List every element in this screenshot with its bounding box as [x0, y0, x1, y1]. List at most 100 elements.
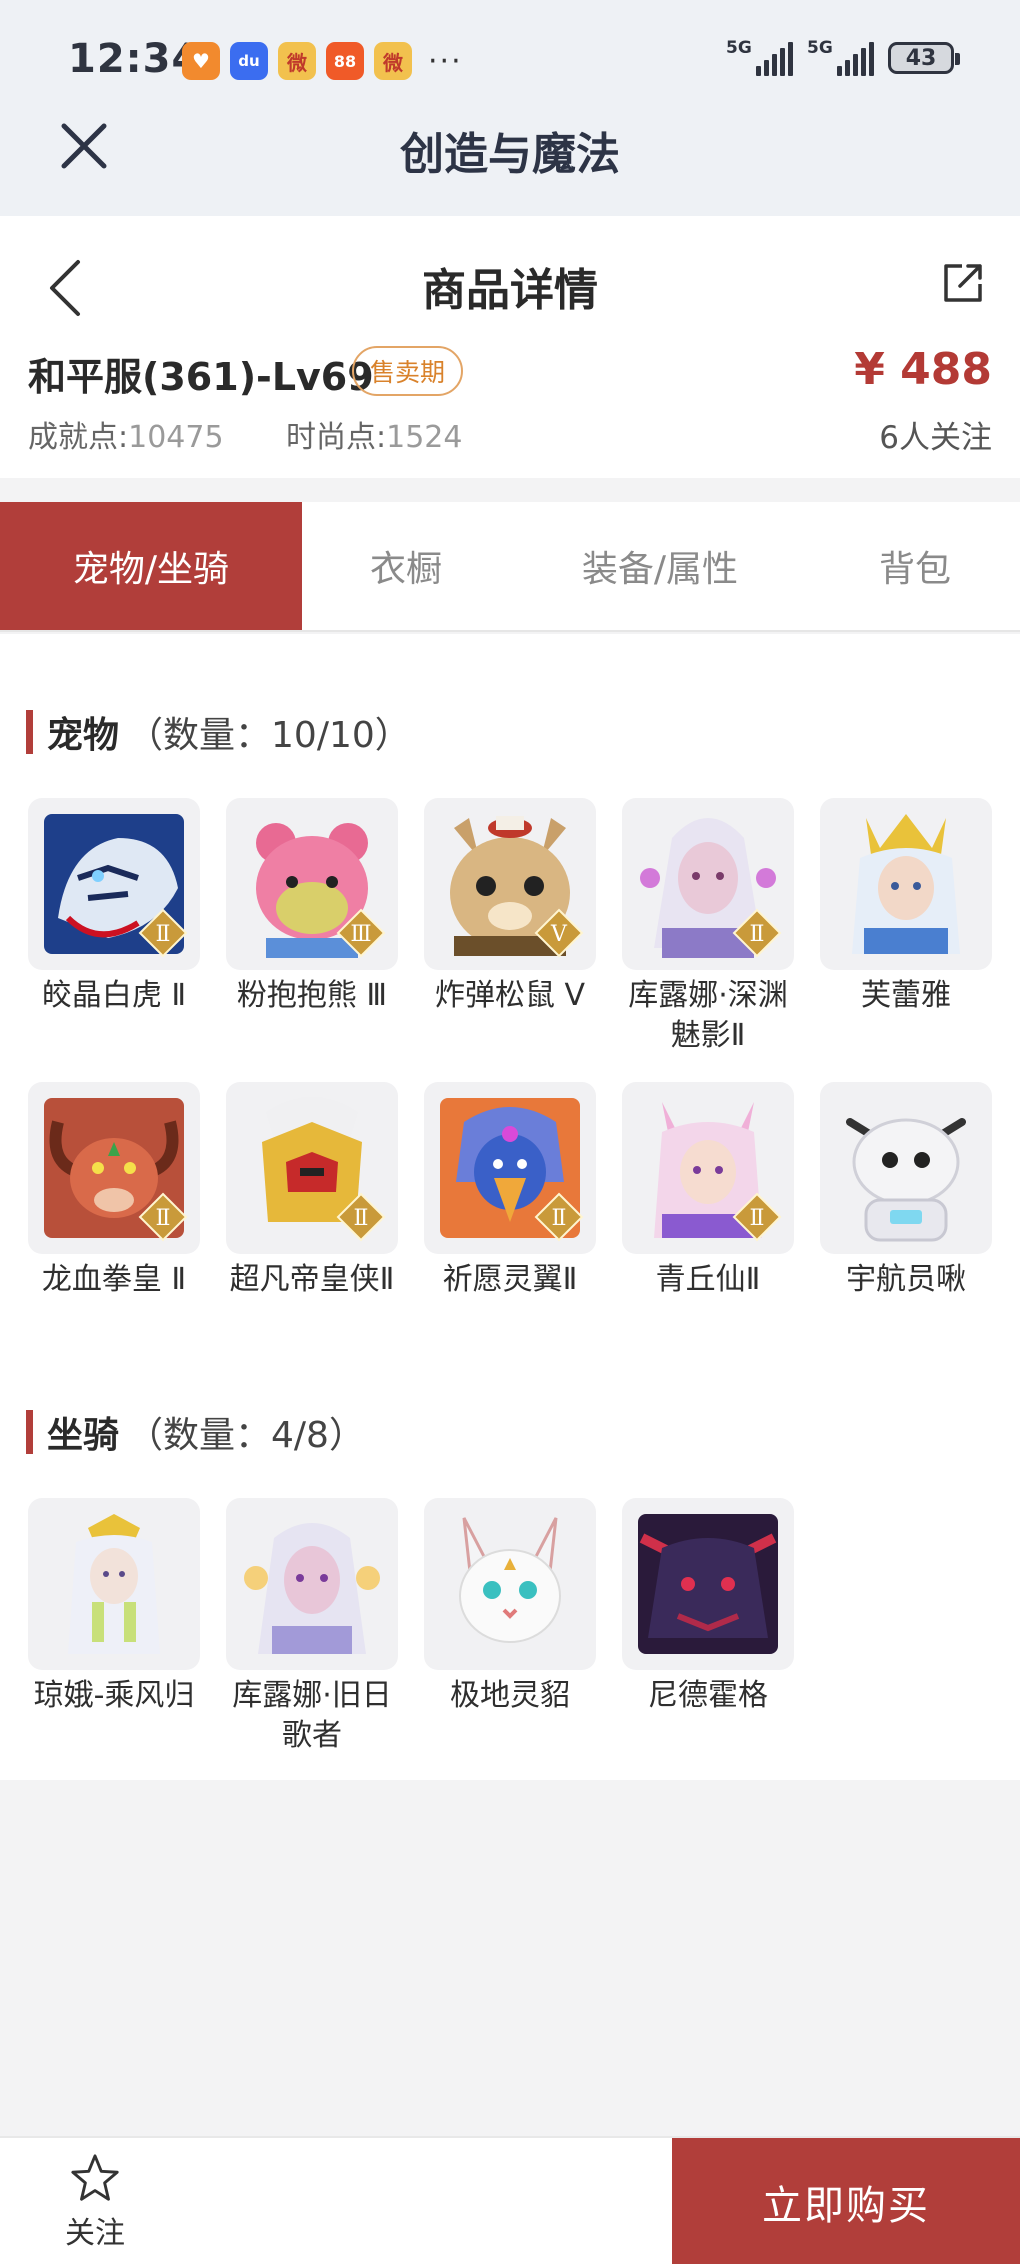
status-app-icons: ♥ du 微 88 微 ··· [182, 42, 463, 80]
bottom-action-bar: 关注 立即购买 [0, 2136, 1020, 2264]
pet-name: 炸弹松鼠 Ⅴ [434, 978, 586, 1013]
more-notifications-icon: ··· [428, 43, 463, 79]
status-time: 12:34 [68, 36, 201, 82]
tab-pets-mounts[interactable]: 宠物/坐骑 [0, 502, 302, 630]
app-title: 创造与魔法 [400, 129, 620, 180]
product-price: ¥ 488 [854, 344, 992, 395]
follow-label: 关注 [65, 2216, 125, 2251]
buy-now-button[interactable]: 立即购买 [672, 2138, 1020, 2264]
pet-thumbnail: Ⅱ [622, 798, 794, 970]
pet-name: 皎晶白虎 Ⅱ [41, 978, 187, 1013]
rank-badge-icon: Ⅱ [732, 908, 782, 958]
weibo-app-icon: 微 [278, 42, 316, 80]
fashion-value: 1524 [386, 420, 463, 455]
pets-section-title: 宠物 （数量：10/10） [26, 706, 411, 758]
pet-thumbnail [820, 1082, 992, 1254]
pet-name: 芙蕾雅 [861, 978, 951, 1013]
mount-name: 极地灵貂 [450, 1678, 570, 1713]
category-tabs: 宠物/坐骑 衣橱 装备/属性 背包 [0, 502, 1020, 632]
mount-item[interactable]: 琼娥-乘风归 [28, 1498, 200, 1716]
tab-backpack[interactable]: 背包 [810, 502, 1020, 630]
mount-thumbnail [226, 1498, 398, 1670]
achievement-label: 成就点: [28, 420, 129, 455]
svg-text:Ⅱ: Ⅱ [552, 1206, 567, 1231]
pet-thumbnail: Ⅴ [424, 798, 596, 970]
mount-thumbnail [424, 1498, 596, 1670]
pet-item[interactable]: Ⅱ 龙血拳皇 Ⅱ [28, 1082, 200, 1300]
signal-icon: 5G [726, 38, 793, 76]
pet-thumbnail: Ⅱ [226, 1082, 398, 1254]
product-header: 商品详情 和平服(361)-Lv69 售卖期 ¥ 488 成就点:10475 时… [0, 216, 1020, 478]
signal-icon: 5G [807, 38, 874, 76]
svg-text:Ⅴ: Ⅴ [550, 922, 568, 947]
svg-text:Ⅱ: Ⅱ [156, 922, 171, 947]
pet-thumbnail: Ⅱ [424, 1082, 596, 1254]
pet-item[interactable]: Ⅴ 炸弹松鼠 Ⅴ [424, 798, 596, 1016]
pet-thumbnail: Ⅱ [28, 798, 200, 970]
pet-item[interactable]: Ⅱ 库露娜·深渊魅影Ⅱ [622, 798, 794, 1056]
rank-badge-icon: Ⅴ [534, 908, 584, 958]
section-marker [26, 710, 33, 754]
pets-mounts-panel: 宠物 （数量：10/10） Ⅱ 皎晶白虎 Ⅱ Ⅲ 粉抱抱熊 Ⅲ Ⅴ 炸弹松鼠 Ⅴ… [0, 634, 1020, 1780]
share-icon[interactable] [940, 260, 986, 306]
rank-badge-icon: Ⅲ [336, 908, 386, 958]
mounts-section-title: 坐骑 （数量：4/8） [26, 1406, 365, 1458]
pet-name: 宇航员啾 [846, 1262, 966, 1297]
pet-item[interactable]: Ⅱ 祈愿灵翼Ⅱ [424, 1082, 596, 1300]
tab-equipment[interactable]: 装备/属性 [510, 502, 810, 630]
pet-thumbnail: Ⅱ [28, 1082, 200, 1254]
grid-app-icon: 88 [326, 42, 364, 80]
svg-text:Ⅱ: Ⅱ [750, 1206, 765, 1231]
page-title: 商品详情 [422, 265, 598, 316]
top-area: 12:34 ♥ du 微 88 微 ··· 5G 5G 43 创造与魔法 [0, 0, 1020, 216]
paw-app-icon: du [230, 42, 268, 80]
achievement-value: 10475 [128, 420, 224, 455]
mount-name: 库露娜·旧日歌者 [232, 1678, 392, 1753]
pet-thumbnail: Ⅱ [622, 1082, 794, 1254]
product-name: 和平服(361)-Lv69 [28, 355, 374, 399]
svg-text:Ⅲ: Ⅲ [350, 922, 371, 947]
pet-item[interactable]: 芙蕾雅 [820, 798, 992, 1016]
pet-name: 龙血拳皇 Ⅱ [41, 1262, 187, 1297]
fashion-points: 时尚点:1524 [286, 412, 462, 456]
weibo-app-icon: 微 [374, 42, 412, 80]
mount-name: 琼娥-乘风归 [33, 1678, 195, 1713]
pet-thumbnail [820, 798, 992, 970]
pet-item[interactable]: Ⅱ 皎晶白虎 Ⅱ [28, 798, 200, 1016]
rank-badge-icon: Ⅱ [138, 1192, 188, 1242]
rank-badge-icon: Ⅱ [336, 1192, 386, 1242]
achievement-points: 成就点:10475 [28, 412, 224, 456]
rank-badge-icon: Ⅱ [138, 908, 188, 958]
rank-badge-icon: Ⅱ [732, 1192, 782, 1242]
svg-text:Ⅱ: Ⅱ [750, 922, 765, 947]
pet-item[interactable]: Ⅱ 超凡帝皇侠Ⅱ [226, 1082, 398, 1300]
svg-text:Ⅱ: Ⅱ [354, 1206, 369, 1231]
status-indicators: 5G 5G 43 [726, 38, 960, 76]
pet-item[interactable]: Ⅱ 青丘仙Ⅱ [622, 1082, 794, 1300]
pet-name: 祈愿灵翼Ⅱ [442, 1262, 578, 1297]
battery-icon: 43 [888, 42, 960, 74]
app-header: 创造与魔法 [0, 110, 1020, 216]
mount-item[interactable]: 尼德霍格 [622, 1498, 794, 1716]
follow-button[interactable]: 关注 [40, 2152, 150, 2252]
mount-thumbnail [622, 1498, 794, 1670]
mount-thumbnail [28, 1498, 200, 1670]
star-icon [71, 2154, 119, 2201]
follower-count: 6人关注 [879, 420, 992, 456]
svg-text:Ⅱ: Ⅱ [156, 1206, 171, 1231]
rank-badge-icon: Ⅱ [534, 1192, 584, 1242]
section-marker [26, 1410, 33, 1454]
fashion-label: 时尚点: [286, 420, 387, 455]
heart-shield-app-icon: ♥ [182, 42, 220, 80]
status-badge: 售卖期 [352, 346, 464, 396]
mount-item[interactable]: 库露娜·旧日歌者 [226, 1498, 398, 1756]
pet-item[interactable]: 宇航员啾 [820, 1082, 992, 1300]
pet-name: 库露娜·深渊魅影Ⅱ [628, 978, 788, 1053]
pet-name: 青丘仙Ⅱ [655, 1262, 761, 1297]
tab-wardrobe[interactable]: 衣橱 [302, 502, 510, 630]
pet-name: 粉抱抱熊 Ⅲ [236, 978, 388, 1013]
pet-name: 超凡帝皇侠Ⅱ [229, 1262, 395, 1297]
pet-item[interactable]: Ⅲ 粉抱抱熊 Ⅲ [226, 798, 398, 1016]
mount-item[interactable]: 极地灵貂 [424, 1498, 596, 1716]
mount-name: 尼德霍格 [648, 1678, 768, 1713]
